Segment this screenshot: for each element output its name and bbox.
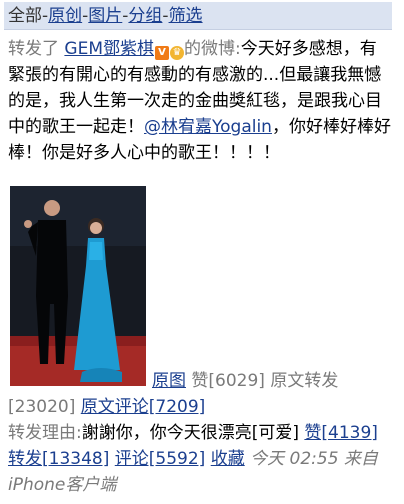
weibo-post: 转发了 GEM鄧紫棋 V ♛ 的微博:今天好多感想，有緊張的有開心的有感動的有感激的.… (8, 36, 392, 166)
nav-filter-link[interactable]: 筛选 (169, 6, 203, 26)
nav-groups-link[interactable]: 分组 (128, 6, 162, 26)
orig-comments-link[interactable]: 原文评论[7209] (81, 397, 206, 417)
author-link[interactable]: GEM鄧紫棋 (64, 39, 154, 59)
nav-original-link[interactable]: 原创 (48, 6, 82, 26)
nav-all: 全部 (8, 6, 42, 26)
comment-link[interactable]: 评论[5592] (115, 449, 206, 469)
verified-v-icon: V (155, 46, 169, 60)
like-link[interactable]: 赞[4139] (304, 423, 378, 443)
original-image-link[interactable]: 原图 (152, 371, 186, 391)
weibo-suffix: 的微博: (184, 39, 241, 59)
filter-nav-bar: 全部-原创-图片-分组-筛选 (4, 2, 392, 30)
red-carpet-photo-image (10, 186, 146, 386)
post-photo[interactable] (10, 186, 146, 386)
nav-images-link[interactable]: 图片 (88, 6, 122, 26)
post-actions: 原图 赞[6029] 原文转发[23020] 原文评论[7209] 转发理由:謝… (8, 368, 392, 498)
forward-link[interactable]: 转发[13348] (8, 449, 109, 469)
repost-reason-label: 转发理由: (8, 423, 82, 443)
mention-link[interactable]: @林宥嘉Yogalin (144, 117, 272, 137)
likes-count: 赞[6029] (191, 371, 265, 391)
post-time: 今天 02:55 (250, 449, 339, 469)
repost-prefix: 转发了 (8, 39, 59, 59)
repost-reason-text: 謝謝你，你今天很漂亮[可爱] (81, 423, 299, 443)
crown-icon: ♛ (170, 46, 184, 60)
favorite-link[interactable]: 收藏 (211, 449, 245, 469)
